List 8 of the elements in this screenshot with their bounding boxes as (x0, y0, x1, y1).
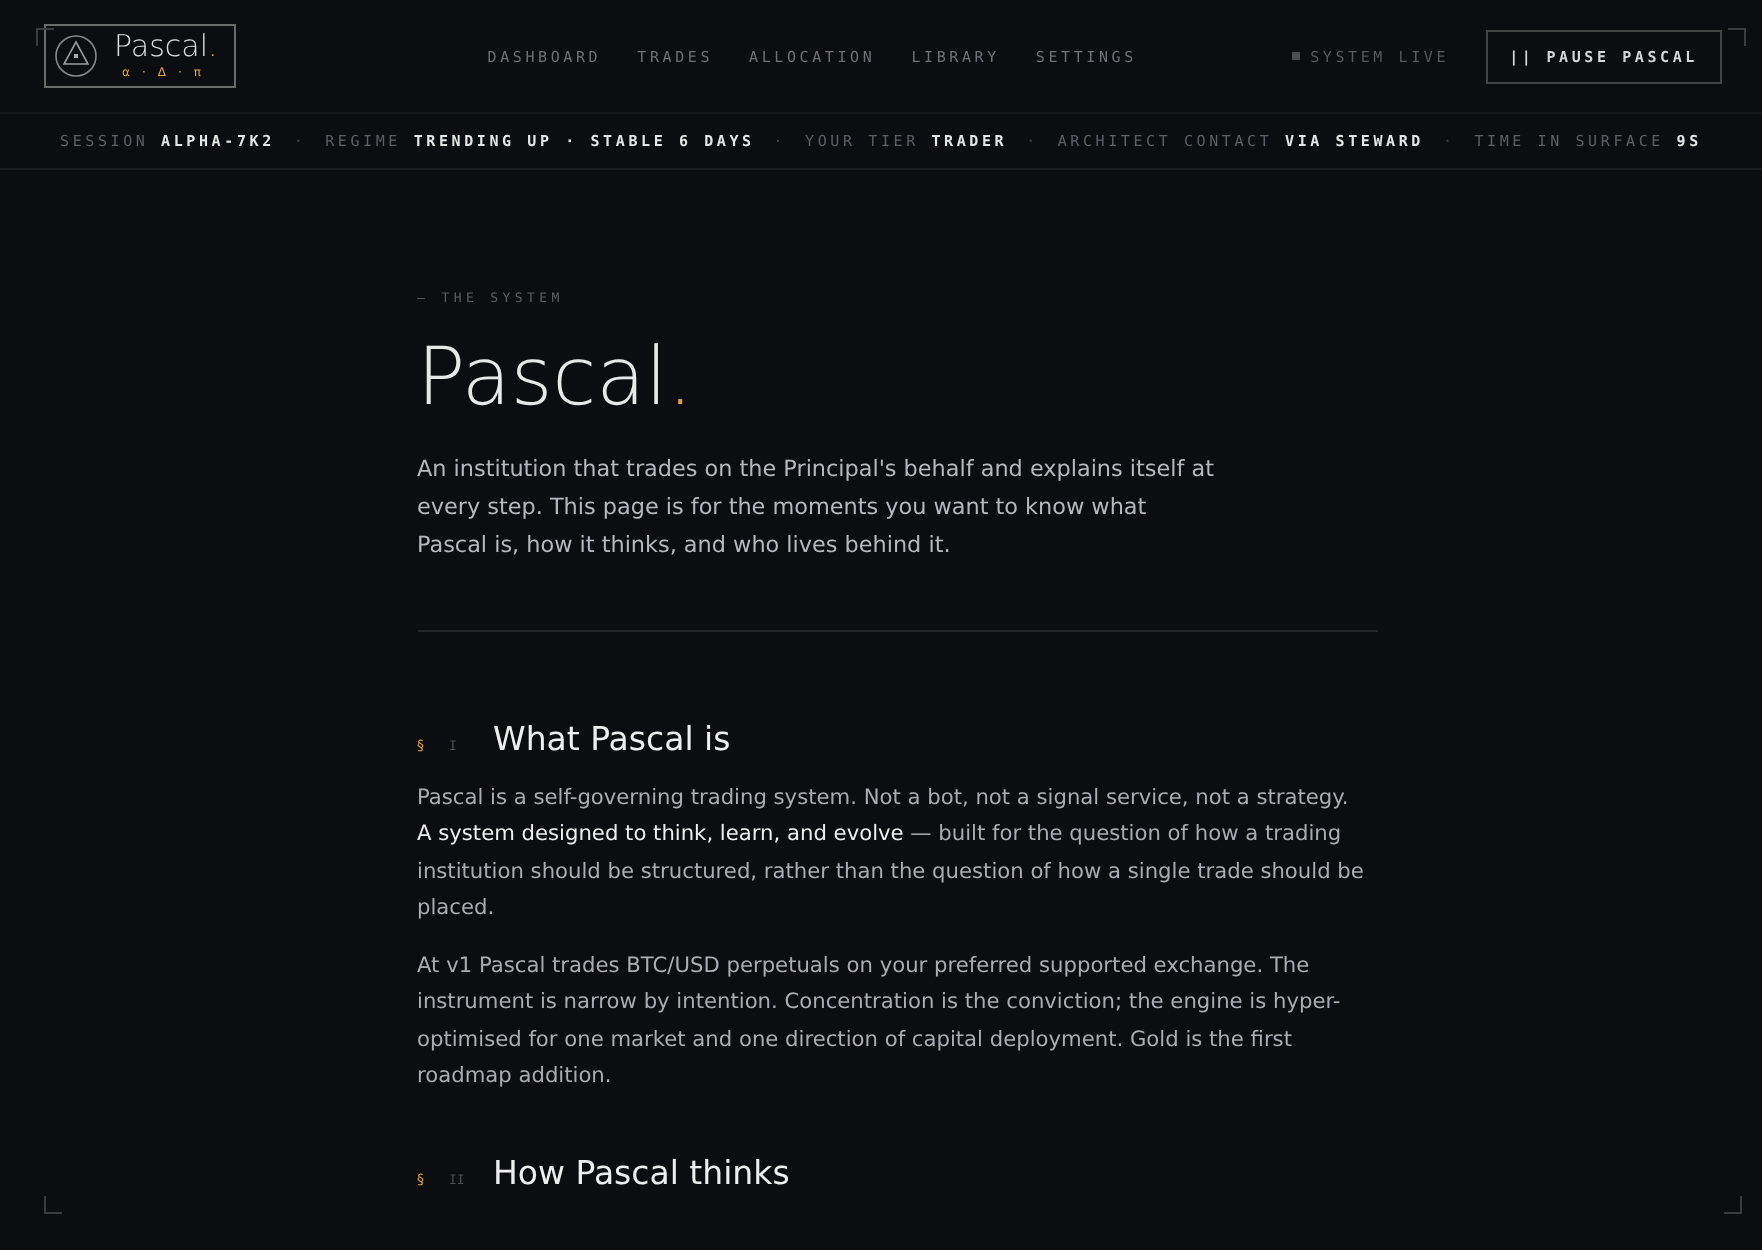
section-heading: What Pascal is (493, 720, 731, 758)
paragraph: At v1 Pascal trades BTC/USD perpetuals on your preferred supported exchange. The instrument is narrow by intention. Concentration is the conviction; the engine is hyper-optimised for one market and one direction of capital deployment. Gold is the first roadmap addition. (417, 952, 1343, 1093)
triangle-logo-icon (54, 34, 98, 78)
logo-name: Pascal. (114, 32, 218, 62)
paragraph: Pascal is a self-governing trading system. Not a bot, not a signal service, not a strategy. A system designed to think, learn, and evolve — built for the question of how a trading institution should be structured, rather than the question of how a single trade should be placed. (417, 784, 1365, 924)
intro-paragraph: An institution that trades on the Principal's behalf and explains itself at every step. This page is for the moments you want to know what Pascal is, how it thinks, and who lives behind it. (417, 454, 1216, 562)
page-title: Pascal. (417, 334, 696, 422)
section-heading: How Pascal thinks (493, 1154, 790, 1193)
